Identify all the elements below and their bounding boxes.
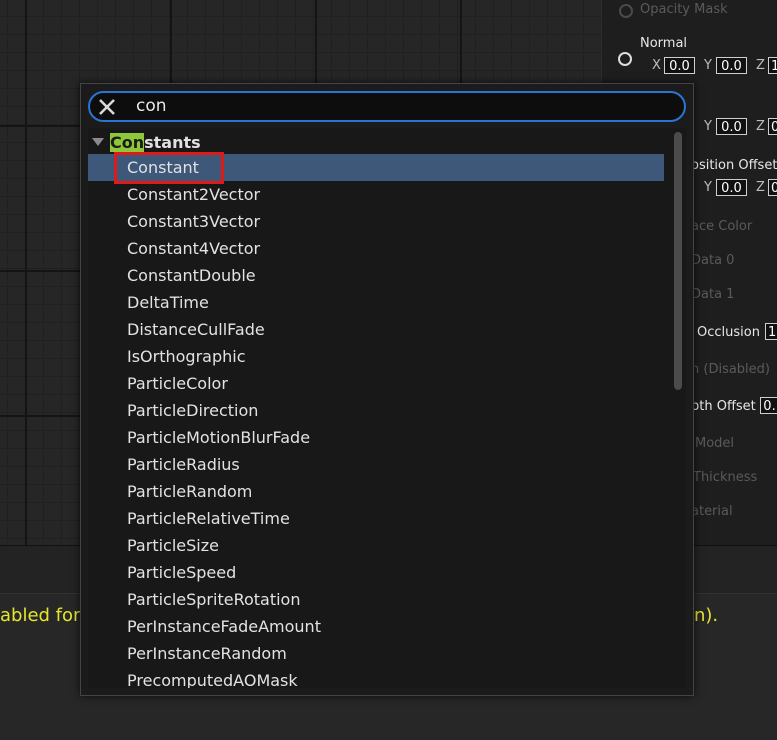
custom-data-1-label: Data 1 <box>691 287 735 302</box>
list-item[interactable]: Constant2Vector <box>88 181 664 208</box>
results-list[interactable]: Constants Constant Constant2Vector Constan… <box>88 128 686 688</box>
search-input[interactable]: con <box>88 91 686 122</box>
normal-z-label: Z <box>756 58 765 73</box>
list-item[interactable]: DeltaTime <box>88 289 664 316</box>
list-item[interactable]: ParticleRelativeTime <box>88 505 664 532</box>
list-item[interactable]: ParticleSpeed <box>88 559 664 586</box>
list-item-label: ParticleMotionBlurFade <box>127 428 311 447</box>
row3-y-label: Y <box>704 180 712 195</box>
category-match-highlight: Con <box>110 133 145 152</box>
caret-down-icon[interactable] <box>92 138 104 146</box>
search-query-text[interactable]: con <box>136 96 167 116</box>
list-item-label: ParticleSpriteRotation <box>127 590 301 609</box>
list-item-label: ParticleRelativeTime <box>127 509 290 528</box>
shading-model-label: Model <box>695 436 735 451</box>
custom-data-0-label: Data 0 <box>691 253 735 268</box>
refraction-disabled-label: n (Disabled) <box>691 362 770 377</box>
pixel-depth-offset-field[interactable]: 0. <box>760 397 777 414</box>
row3-y-field[interactable]: 0.0 <box>716 179 747 196</box>
list-item-label: Constant <box>127 158 199 177</box>
list-item-label: Constant2Vector <box>127 185 261 204</box>
list-item-label: ParticleSize <box>127 536 219 555</box>
list-item[interactable]: ConstantDouble <box>88 262 664 289</box>
ambient-occlusion-field[interactable]: 1 <box>765 323 777 340</box>
list-item-label: DeltaTime <box>127 293 209 312</box>
list-item-label: IsOrthographic <box>127 347 246 366</box>
list-item-label: ParticleColor <box>127 374 228 393</box>
row2-z-field[interactable]: 0 <box>768 118 777 135</box>
normal-label: Normal <box>640 36 688 51</box>
row2-y-field[interactable]: 0.0 <box>716 118 747 135</box>
list-item[interactable]: PerInstanceFadeAmount <box>88 613 664 640</box>
list-item[interactable]: DistanceCullFade <box>88 316 664 343</box>
opacity-mask-label: Opacity Mask <box>640 2 728 17</box>
list-item[interactable]: ParticleMotionBlurFade <box>88 424 664 451</box>
row3-z-field[interactable]: 0 <box>768 179 777 196</box>
node-search-popup[interactable]: con Constants Constant Constant2Vector Con… <box>80 83 694 696</box>
list-item[interactable]: Constant4Vector <box>88 235 664 262</box>
opacity-mask-pin-icon[interactable] <box>619 4 633 18</box>
list-item[interactable]: PerInstanceRandom <box>88 640 664 667</box>
warning-text-right: n). <box>694 605 719 626</box>
list-item-label: DistanceCullFade <box>127 320 265 339</box>
list-item[interactable]: ParticleRandom <box>88 478 664 505</box>
category-label: Constants <box>110 133 201 152</box>
list-item[interactable]: PrecomputedAOMask <box>88 667 664 688</box>
world-position-offset-label: osition Offset <box>691 158 777 173</box>
list-item-label: Constant3Vector <box>127 212 261 231</box>
category-label-rest: stants <box>144 133 201 152</box>
row3-z-label: Z <box>756 180 765 195</box>
row2-z-label: Z <box>756 119 765 134</box>
normal-x-field[interactable]: 0.0 <box>664 57 695 74</box>
ambient-occlusion-label: Occlusion <box>697 325 760 340</box>
list-item[interactable]: ParticleColor <box>88 370 664 397</box>
list-item-label: ParticleRadius <box>127 455 240 474</box>
normal-pin-icon[interactable] <box>618 52 632 66</box>
list-item[interactable]: ParticleSpriteRotation <box>88 586 664 613</box>
list-item[interactable]: ParticleRadius <box>88 451 664 478</box>
thickness-label: Thickness <box>693 470 758 485</box>
normal-y-field[interactable]: 0.0 <box>716 57 747 74</box>
list-item[interactable]: ParticleSize <box>88 532 664 559</box>
list-item-label: PrecomputedAOMask <box>127 671 298 688</box>
subsurface-color-label: ace Color <box>691 219 753 234</box>
list-item[interactable]: Constant <box>88 154 664 181</box>
scrollbar[interactable] <box>672 128 684 688</box>
category-constants[interactable]: Constants <box>88 130 668 154</box>
normal-z-field[interactable]: 1 <box>768 57 777 74</box>
list-item-label: Constant4Vector <box>127 239 261 258</box>
list-item-label: PerInstanceFadeAmount <box>127 617 321 636</box>
normal-x-label: X <box>652 58 661 73</box>
row2-y-label: Y <box>704 119 712 134</box>
list-item-label: ParticleRandom <box>127 482 253 501</box>
list-item-label: ConstantDouble <box>127 266 256 285</box>
list-item-label: ParticleDirection <box>127 401 259 420</box>
pixel-depth-offset-label: pth Offset <box>691 399 756 414</box>
close-icon[interactable] <box>97 97 117 117</box>
normal-y-label: Y <box>704 58 712 73</box>
list-item-label: PerInstanceRandom <box>127 644 287 663</box>
list-item[interactable]: ParticleDirection <box>88 397 664 424</box>
material-attributes-label: aterial <box>691 504 733 519</box>
list-item[interactable]: Constant3Vector <box>88 208 664 235</box>
scrollbar-thumb[interactable] <box>674 132 682 390</box>
list-item-label: ParticleSpeed <box>127 563 237 582</box>
list-item[interactable]: IsOrthographic <box>88 343 664 370</box>
